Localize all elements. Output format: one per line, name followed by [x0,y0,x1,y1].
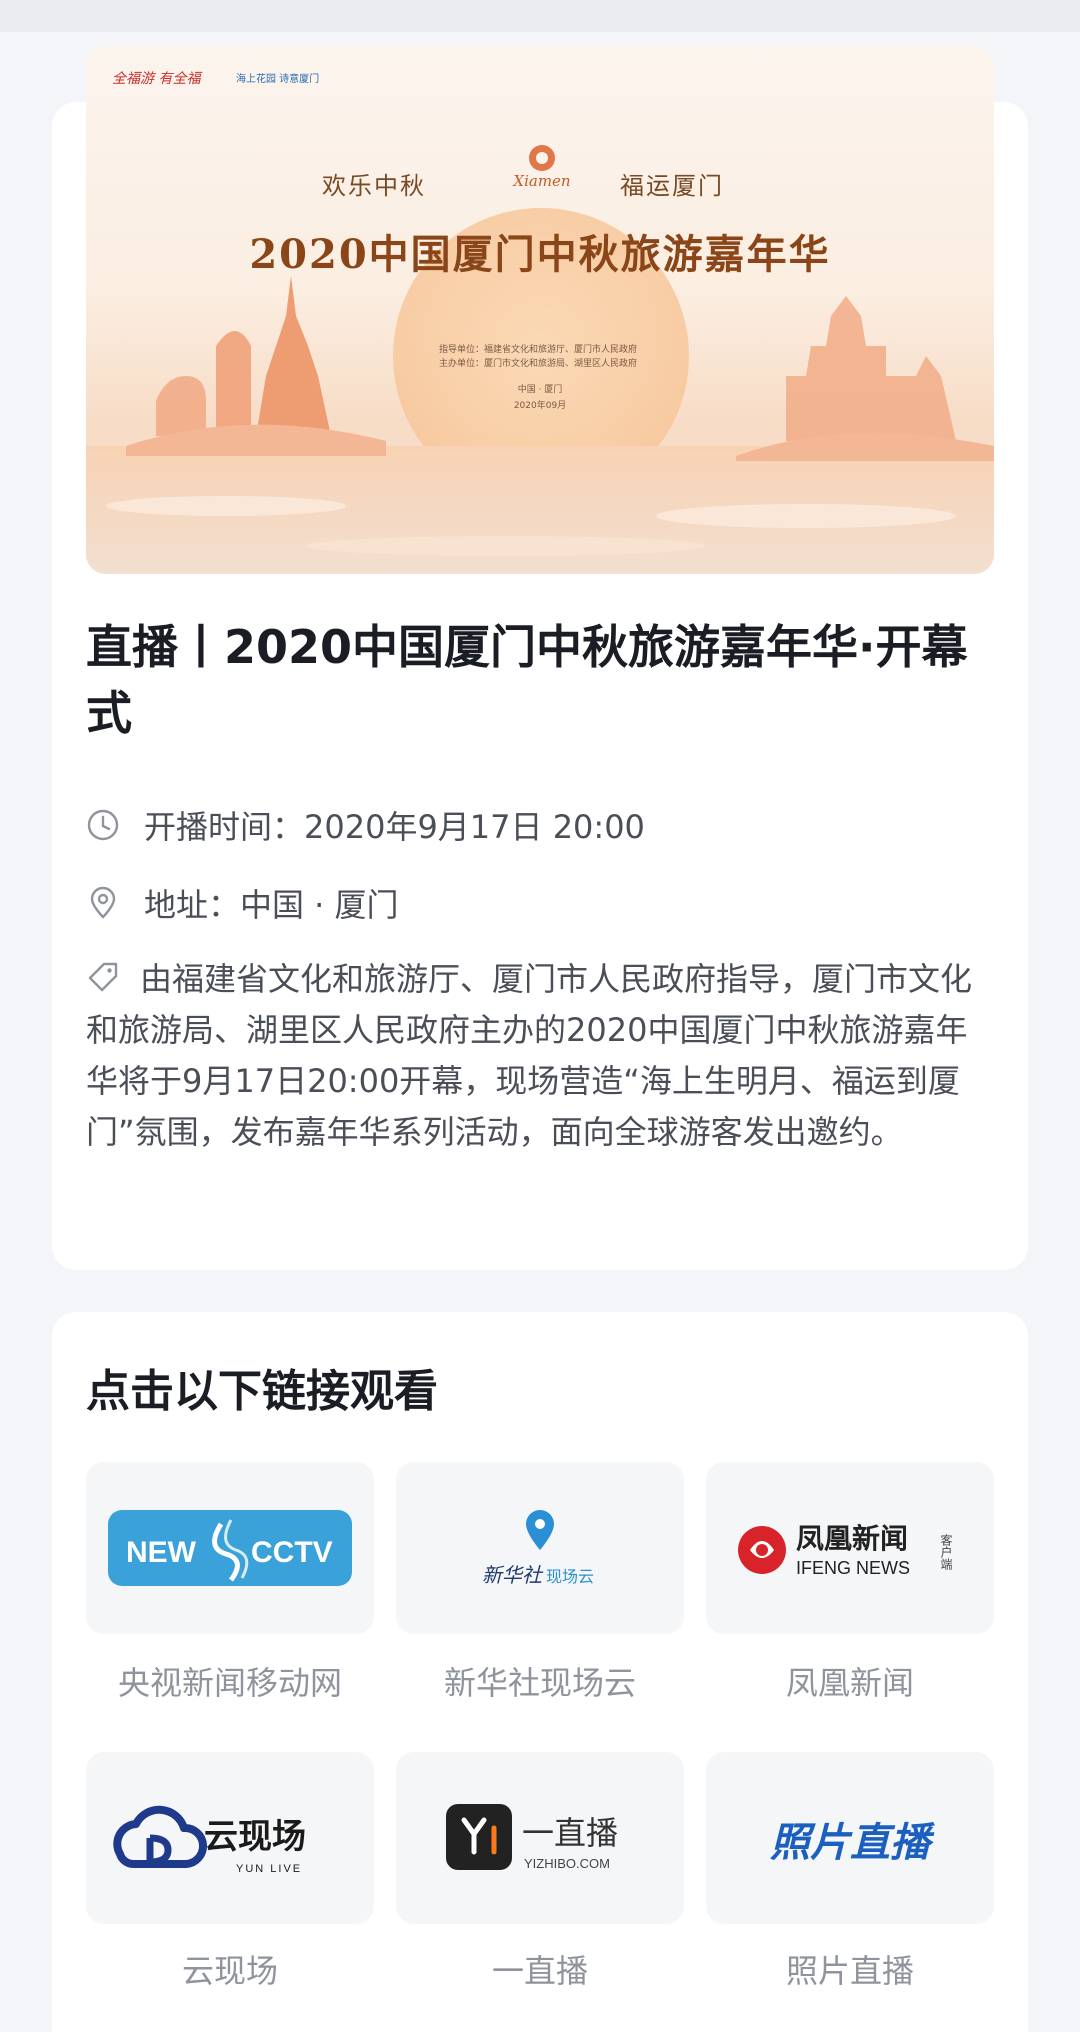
banner-emblem-text: Xiamen [513,172,571,190]
ifeng-news-logo-icon: 凤凰新闻 IFENG NEWS 客户端 [738,1522,953,1578]
xinhua-link[interactable]: 新华社 现场云 [396,1462,684,1634]
start-time-row: 开播时间：2020年9月17日 20:00 [86,801,645,849]
cctv-news-link[interactable]: NEW CCTV [86,1462,374,1634]
location-pin-icon [90,886,116,919]
event-banner-image[interactable]: 全福游 有全福 海上花园 诗意厦门 欢乐中秋 Xiamen 福运厦门 2020中… [86,46,994,574]
banner-host-line: 主办单位：厦门市文化和旅游局、湖里区人民政府 [439,359,638,369]
ifeng-logo-text-client: 客户端 [939,1533,953,1571]
xinhua-xianchangyun-logo-icon: 新华社 现场云 [482,1510,594,1587]
banner-slogan-right: 福运厦门 [620,172,724,200]
cctv-news-label[interactable]: 央视新闻移动网 [86,1658,374,1704]
xinhua-label[interactable]: 新华社现场云 [396,1658,684,1704]
photo-live-link[interactable]: 照片直播 [706,1752,994,1924]
tag-icon [88,962,118,992]
banner-logo-left: 全福游 有全福 [112,71,201,87]
yizhibo-logo-icon: 一直播 YIZHIBO.COM [446,1804,618,1871]
photo-live-logo-icon: 照片直播 [770,1820,935,1866]
yun-logo-text-en: YUN LIVE [236,1863,302,1875]
yizhibo-logo-text-en: YIZHIBO.COM [524,1856,610,1871]
yizhibo-link[interactable]: 一直播 YIZHIBO.COM [396,1752,684,1924]
start-time-text: 开播时间：2020年9月17日 20:00 [144,808,645,846]
banner-place: 中国 · 厦门 [517,385,563,395]
ifeng-logo-text-en: IFENG NEWS [796,1558,910,1578]
event-description-text: 由福建省文化和旅游厅、厦门市人民政府指导，厦门市文化和旅游局、湖里区人民政府主办… [86,960,973,1151]
cctv-logo-text-cctv: CCTV [251,1536,333,1569]
cctv-news-logo-icon: NEW CCTV [108,1510,352,1586]
xinhua-logo-text-1: 新华社 [482,1563,544,1587]
cctv-logo-text-new: NEW [126,1536,197,1569]
yun-live-label[interactable]: 云现场 [86,1946,374,1992]
yun-logo-text-cn: 云现场 [204,1817,306,1857]
address-row: 地址：中国 · 厦门 [86,879,399,927]
ifeng-logo-text-cn: 凤凰新闻 [796,1522,908,1555]
clock-icon [87,809,119,841]
banner-logo-right: 海上花园 诗意厦门 [236,74,320,85]
yizhibo-logo-text-cn: 一直播 [522,1814,618,1852]
photo-live-logo-text: 照片直播 [770,1820,935,1866]
address-text: 地址：中国 · 厦门 [144,886,399,924]
xinhua-logo-text-2: 现场云 [546,1567,594,1586]
event-description: 由福建省文化和旅游厅、厦门市人民政府指导，厦门市文化和旅游局、湖里区人民政府主办… [86,954,996,1158]
status-bar [0,0,1080,32]
yun-live-logo-icon: 云现场 YUN LIVE [113,1805,306,1875]
banner-guide-line: 指导单位：福建省文化和旅游厅、厦门市人民政府 [439,345,638,355]
watch-links-title: 点击以下链接观看 [86,1366,438,1417]
photo-live-label[interactable]: 照片直播 [706,1946,994,1992]
yun-live-link[interactable]: 云现场 YUN LIVE [86,1752,374,1924]
banner-headline: 2020中国厦门中秋旅游嘉年华 [249,231,831,278]
banner-illustration [86,145,994,574]
event-title: 直播丨2020中国厦门中秋旅游嘉年华·开幕式 [86,620,968,740]
banner-date: 2020年09月 [513,401,567,411]
ifeng-news-link[interactable]: 凤凰新闻 IFENG NEWS 客户端 [706,1462,994,1634]
banner-slogan-left: 欢乐中秋 [322,172,426,200]
yizhibo-label[interactable]: 一直播 [396,1946,684,1992]
ifeng-news-label[interactable]: 凤凰新闻 [706,1658,994,1704]
